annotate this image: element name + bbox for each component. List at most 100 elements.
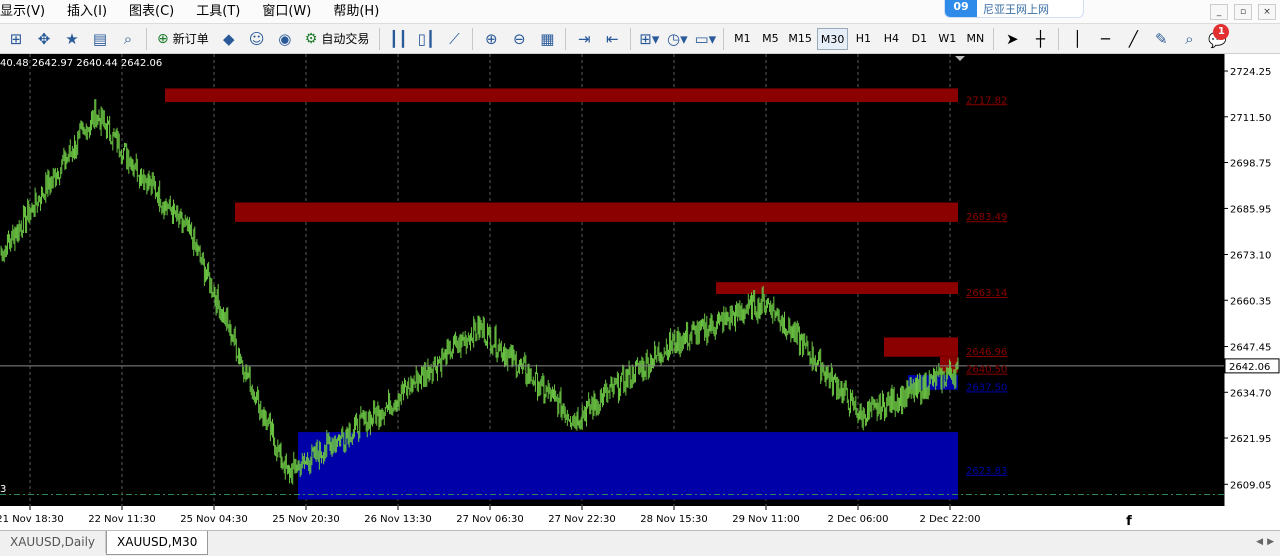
toolbar-divider xyxy=(472,27,474,50)
restore-icon[interactable]: ▫ xyxy=(1234,4,1252,20)
new-order-label: 新订单 xyxy=(172,32,209,46)
minimize-icon[interactable]: _ xyxy=(1210,4,1228,20)
timeframe-w1[interactable]: W1 xyxy=(934,28,960,50)
facebook-icon: f xyxy=(1120,513,1138,531)
menu-insert[interactable]: 插入(I) xyxy=(56,0,118,24)
indicators-icon[interactable]: ⊞▾ xyxy=(637,27,661,51)
price-chart[interactable]: 21 Nov 18:30 22 Nov 11:30 25 Nov 04:30 25 N… xyxy=(0,54,1280,530)
search-icon[interactable]: ⌕ xyxy=(1177,27,1201,51)
menu-help[interactable]: 帮助(H) xyxy=(322,0,390,24)
candlestick-icon[interactable]: ▯┃ xyxy=(414,27,438,51)
tab-xauusd-m30[interactable]: XAUUSD,M30 xyxy=(106,531,209,555)
bar-chart-icon[interactable]: ┃┃ xyxy=(386,27,410,51)
chart-tab-bar: XAUUSD,Daily XAUUSD,M30 ◀ ▶ xyxy=(0,530,1280,556)
chart-shift-icon[interactable]: ⇤ xyxy=(600,27,624,51)
menu-window[interactable]: 窗口(W) xyxy=(251,0,322,24)
toolbar-divider xyxy=(723,27,725,50)
crosshair-tool-icon[interactable]: ┼ xyxy=(1028,27,1052,51)
favorites-icon[interactable]: ★ xyxy=(60,27,84,51)
time-tick-label: 26 Nov 13:30 xyxy=(364,514,431,525)
time-tick-label: 29 Nov 11:00 xyxy=(732,514,799,525)
new-chart-icon[interactable]: ⊞ xyxy=(4,27,28,51)
tester-icon[interactable]: ⌕ xyxy=(116,27,140,51)
tile-windows-icon[interactable]: ▦ xyxy=(535,27,559,51)
scroll-right-icon[interactable]: ▶ xyxy=(1267,537,1274,547)
time-tick-label: 25 Nov 20:30 xyxy=(272,514,339,525)
price-tick-label: 2660.35 xyxy=(1230,296,1271,307)
promo-text: 尼亚王网上网 xyxy=(983,2,1049,16)
zone-price-label: 2623.83 xyxy=(966,466,1007,477)
time-tick-label: 2 Dec 22:00 xyxy=(920,514,981,525)
auto-trade-button[interactable]: ⚙ 自动交易 xyxy=(301,27,374,51)
zone-price-label: 2637.50 xyxy=(966,382,1007,393)
demand-zone xyxy=(298,432,958,500)
toolbar-divider xyxy=(565,27,567,50)
price-tick-label: 2673.10 xyxy=(1230,251,1271,262)
scroll-left-icon[interactable]: ◀ xyxy=(1256,537,1263,547)
supply-zone xyxy=(235,202,958,222)
time-tick-label: 2 Dec 06:00 xyxy=(828,514,889,525)
timeframe-h4[interactable]: H4 xyxy=(878,28,904,50)
close-icon[interactable]: × xyxy=(1258,4,1276,20)
supply-zone xyxy=(165,88,958,103)
price-tick-label: 2634.70 xyxy=(1230,388,1271,399)
autoscroll-icon[interactable]: ⇥ xyxy=(572,27,596,51)
zoom-out-icon[interactable]: ⊖ xyxy=(507,27,531,51)
menu-tools[interactable]: 工具(T) xyxy=(185,0,251,24)
price-tick-label: 2724.25 xyxy=(1230,67,1271,78)
signals-icon[interactable]: ◉ xyxy=(273,27,297,51)
vertical-line-icon[interactable]: │ xyxy=(1065,27,1089,51)
line-chart-icon[interactable]: ⟋ xyxy=(442,27,466,51)
price-tick-label: 2698.75 xyxy=(1230,159,1271,170)
new-order-icon: ⊕ xyxy=(157,30,169,47)
chart-canvas[interactable]: 21 Nov 18:30 22 Nov 11:30 25 Nov 04:30 25 N… xyxy=(0,54,1280,530)
horizontal-line-icon[interactable]: ─ xyxy=(1093,27,1117,51)
cursor-icon[interactable]: ➤ xyxy=(1000,27,1024,51)
menu-bar: 显示(V) 插入(I) 图表(C) 工具(T) 窗口(W) 帮助(H) 09 尼… xyxy=(0,0,1280,24)
trendline-icon[interactable]: ╱ xyxy=(1121,27,1145,51)
navigator-icon[interactable]: ▤ xyxy=(88,27,112,51)
price-tick-label: 2647.45 xyxy=(1230,343,1271,354)
time-tick-label: 21 Nov 18:30 xyxy=(0,514,64,525)
edge-label: 3 xyxy=(0,484,6,495)
zoom-in-icon[interactable]: ⊕ xyxy=(479,27,503,51)
notifications-button[interactable]: 💬 1 xyxy=(1203,23,1230,50)
menu-charts[interactable]: 图表(C) xyxy=(118,0,185,24)
auto-trade-label: 自动交易 xyxy=(321,32,370,46)
promo-badge: 09 xyxy=(945,0,977,17)
time-tick-label: 27 Nov 22:30 xyxy=(548,514,615,525)
new-order-button[interactable]: ⊕ 新订单 xyxy=(153,27,213,51)
ohlc-header: 40.48 2642.97 2640.44 2642.06 xyxy=(0,58,162,69)
menu-view[interactable]: 显示(V) xyxy=(0,0,56,24)
notification-count: 1 xyxy=(1213,23,1230,40)
toolbar: ⊞ ✥ ★ ▤ ⌕ ⊕ 新订单 ◆ ☺ ◉ ⚙ 自动交易 ┃┃ ▯┃ ⟋ ⊕ ⊖… xyxy=(0,23,1280,54)
crosshair-icon[interactable]: ✥ xyxy=(32,27,56,51)
pencil-icon[interactable]: ✎ xyxy=(1149,27,1173,51)
promo-banner[interactable]: 09 尼亚王网上网 xyxy=(944,0,1084,18)
zone-price-label: 2640.50 xyxy=(966,365,1007,376)
toolbar-divider xyxy=(146,27,147,50)
auto-trade-icon: ⚙ xyxy=(304,30,318,47)
timeframe-h1[interactable]: H1 xyxy=(850,28,876,50)
periods-icon[interactable]: ◷▾ xyxy=(665,27,689,51)
zone-price-label: 2663.14 xyxy=(966,288,1007,299)
price-tick-label: 2621.95 xyxy=(1230,434,1271,445)
timeframe-d1[interactable]: D1 xyxy=(906,28,932,50)
price-axis xyxy=(1224,54,1280,530)
supply-zone xyxy=(716,282,958,294)
market-watch-icon[interactable]: ◆ xyxy=(217,27,241,51)
timeframe-m1[interactable]: M1 xyxy=(729,28,755,50)
timeframe-m30[interactable]: M30 xyxy=(816,27,849,50)
timeframe-m5[interactable]: M5 xyxy=(757,28,783,50)
time-tick-label: 22 Nov 11:30 xyxy=(88,514,155,525)
tab-xauusd-daily[interactable]: XAUUSD,Daily xyxy=(0,531,107,553)
templates-icon[interactable]: ▭▾ xyxy=(693,27,717,51)
timeframe-m15[interactable]: M15 xyxy=(785,28,815,50)
zone-price-label: 2717.82 xyxy=(966,95,1007,106)
timeframe-mn[interactable]: MN xyxy=(962,28,988,50)
toolbar-divider xyxy=(1058,27,1060,50)
zone-price-label: 2646.96 xyxy=(966,347,1007,358)
accounts-icon[interactable]: ☺ xyxy=(245,27,269,51)
toolbar-divider xyxy=(630,27,632,50)
time-tick-label: 28 Nov 15:30 xyxy=(640,514,707,525)
